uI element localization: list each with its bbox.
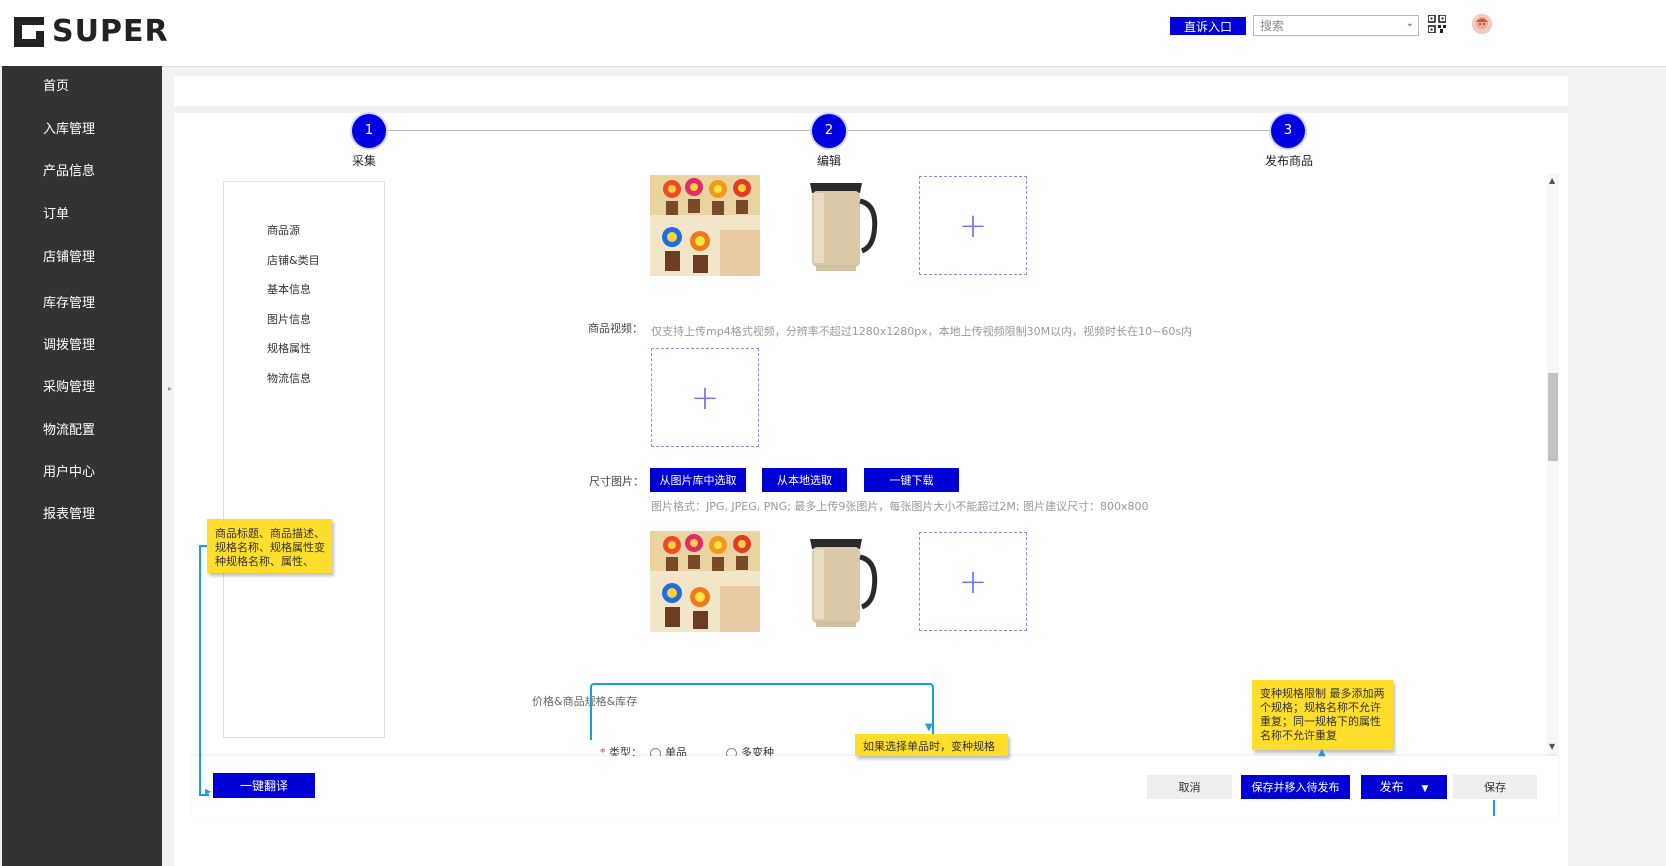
step-3-label: 发布商品 <box>1264 154 1313 168</box>
note-connector <box>1493 800 1495 816</box>
plus-icon: + <box>958 561 988 602</box>
plus-icon: + <box>690 377 720 418</box>
single-item-note: 如果选择单品时，变种规格 <box>855 734 1008 756</box>
logo-text: SUPER <box>52 14 169 49</box>
qr-code-icon[interactable] <box>1428 15 1446 33</box>
collapse-arrow-icon[interactable]: ▸ <box>168 384 172 393</box>
scroll-up-arrow-icon[interactable]: ▲ <box>1549 176 1555 185</box>
video-hint: 仅支持上传mp4格式视频，分辨率不超过1280x1280px，本地上传视频限制3… <box>651 325 1193 338</box>
save-and-move-to-pending-button[interactable]: 保存并移入待发布 <box>1241 775 1350 799</box>
sidebar-item-reports[interactable]: 报表管理 <box>43 503 95 522</box>
select-from-library-button[interactable]: 从图片库中选取 <box>650 468 746 492</box>
anchor-nav: 商品源 店铺&类目 基本信息 图片信息 规格属性 物流信息 <box>223 181 385 738</box>
chevron-down-icon: ⌄ <box>1405 18 1414 29</box>
cancel-button[interactable]: 取消 <box>1147 775 1232 799</box>
footer-action-bar <box>192 756 1558 816</box>
video-upload-box[interactable]: + <box>651 348 759 447</box>
product-image-flowers[interactable] <box>650 175 760 276</box>
video-label: 商品视频： <box>588 322 643 335</box>
breadcrumb-bar <box>174 76 1568 106</box>
anchor-item-source[interactable]: 商品源 <box>267 222 300 238</box>
sidebar-item-inventory[interactable]: 库存管理 <box>43 292 95 311</box>
step-3-circle[interactable]: 3 <box>1271 114 1305 148</box>
anchor-item-store-category[interactable]: 店铺&类目 <box>267 252 320 268</box>
step-2-label: 编辑 <box>816 154 841 168</box>
anchor-item-specs[interactable]: 规格属性 <box>267 340 311 356</box>
arrow-right-icon: ▶ <box>205 787 212 796</box>
sidebar-item-users[interactable]: 用户中心 <box>43 461 95 480</box>
select-from-local-button[interactable]: 从本地选取 <box>762 468 847 492</box>
sidebar: 首页 入库管理 产品信息 订单 店铺管理 库存管理 调拨管理 采购管理 物流配置… <box>2 66 162 866</box>
one-click-translate-button[interactable]: 一键翻译 <box>213 773 315 798</box>
step-1-label: 采集 <box>351 154 376 168</box>
anchor-item-images[interactable]: 图片信息 <box>267 311 311 327</box>
variant-limit-note: 变种规格限制 最多添加两个规格；规格名称不允许重复；同一规格下的属性名称不允许重… <box>1252 680 1393 750</box>
plus-icon: + <box>958 205 988 246</box>
search-placeholder: 搜索 <box>1260 19 1285 33</box>
note-connector <box>199 545 209 796</box>
user-avatar[interactable] <box>1472 14 1492 34</box>
image-upload-box[interactable]: + <box>919 176 1027 275</box>
size-image-label: 尺寸图片： <box>589 475 644 488</box>
size-image-upload-box[interactable]: + <box>919 532 1027 631</box>
content-scrollbar[interactable] <box>1547 174 1559 756</box>
complain-entry-button[interactable]: 直诉入口 <box>1170 17 1246 35</box>
sidebar-item-stores[interactable]: 店铺管理 <box>43 246 95 265</box>
sidebar-item-orders[interactable]: 订单 <box>43 203 69 222</box>
step-2-circle[interactable]: 2 <box>812 114 846 148</box>
product-image-kettle[interactable] <box>792 175 902 276</box>
step-connector <box>386 130 812 131</box>
step-1-circle[interactable]: 1 <box>352 114 386 148</box>
scrollbar-thumb[interactable] <box>1548 373 1558 461</box>
size-image-flowers[interactable] <box>650 531 760 632</box>
sidebar-item-home[interactable]: 首页 <box>43 75 69 94</box>
arrow-down-icon: ▼ <box>925 722 933 733</box>
step-connector <box>846 130 1272 131</box>
search-select[interactable]: 搜索 ⌄ <box>1253 15 1419 36</box>
sidebar-item-purchase[interactable]: 采购管理 <box>43 376 95 395</box>
publish-dropdown-button[interactable]: 发布 ▼ <box>1361 775 1447 799</box>
sidebar-item-transfer[interactable]: 调拨管理 <box>43 334 95 353</box>
sidebar-item-inbound[interactable]: 入库管理 <box>43 118 95 137</box>
logo[interactable]: SUPER <box>14 14 169 49</box>
logo-mark-icon <box>14 16 44 47</box>
note-connector <box>590 683 934 740</box>
caret-down-icon: ▼ <box>1421 784 1429 794</box>
translate-fields-note: 商品标题、商品描述、规格名称、规格属性变种规格名称、属性、 <box>207 519 332 573</box>
save-button[interactable]: 保存 <box>1453 775 1537 799</box>
sidebar-item-logistics[interactable]: 物流配置 <box>43 419 95 438</box>
scroll-down-arrow-icon[interactable]: ▼ <box>1549 742 1555 751</box>
publish-label: 发布 <box>1379 780 1404 794</box>
size-image-hint: 图片格式：JPG, JPEG, PNG; 最多上传9张图片，每张图片大小不能超过… <box>651 500 1149 513</box>
anchor-item-logistics[interactable]: 物流信息 <box>267 370 311 386</box>
size-image-kettle[interactable] <box>792 531 902 632</box>
one-click-download-button[interactable]: 一键下载 <box>864 468 959 492</box>
anchor-item-basic-info[interactable]: 基本信息 <box>267 281 311 297</box>
arrow-up-icon: ▲ <box>1318 747 1326 758</box>
sidebar-item-products[interactable]: 产品信息 <box>43 160 95 179</box>
